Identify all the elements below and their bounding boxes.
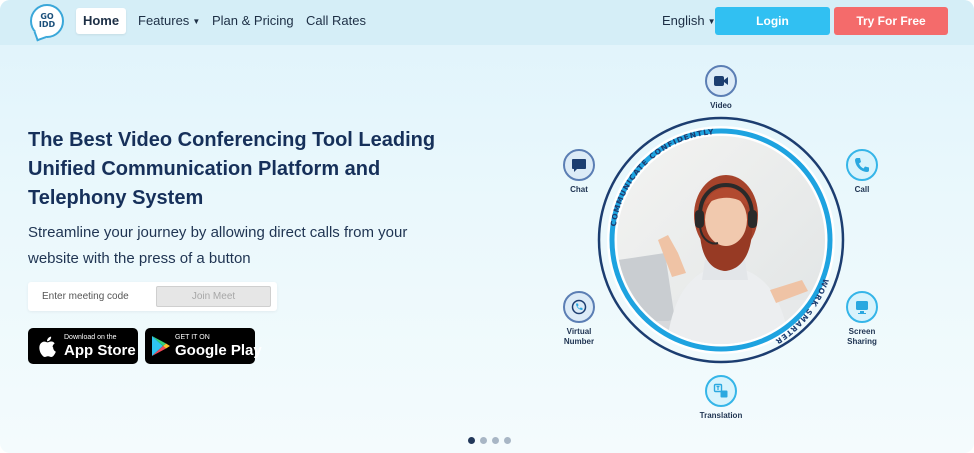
feature-translation: Translation [686,375,756,421]
try-for-free-button[interactable]: Try For Free [834,7,948,35]
translation-icon [705,375,737,407]
feature-ring-graphic: COMMUNICATE CONFIDENTLY WORK SMARTER Vid… [540,55,920,435]
carousel-dots [468,437,511,444]
feature-screen-sharing: Screen Sharing [827,291,897,347]
feature-video-label: Video [710,101,732,110]
feature-virtual-number: Virtual Number [544,291,614,347]
app-store-badge[interactable]: Download on the App Store [28,328,138,364]
nav-plan-pricing-link[interactable]: Plan & Pricing [212,8,294,34]
virtual-number-icon [563,291,595,323]
hero-title: The Best Video Conferencing Tool Leading… [28,129,436,209]
login-button[interactable]: Login [715,7,830,35]
apple-icon [34,336,60,357]
call-icon [846,149,878,181]
feature-call-label: Call [854,185,870,194]
virtual-number-line2: Number [563,337,595,346]
nav-home-link[interactable]: Home [76,8,126,34]
chat-icon [563,149,595,181]
carousel-dot[interactable] [492,437,499,444]
meeting-code-input[interactable] [34,286,154,307]
google-play-icon [151,335,171,357]
app-store-small-text: Download on the [64,333,117,341]
feature-translation-label: Translation [699,411,743,420]
caret-down-icon: ▼ [192,17,201,26]
feature-chat-label: Chat [570,185,588,194]
top-navbar: GO IDD Home Features ▼ Plan & Pricing Cal… [0,0,974,45]
screen-sharing-line2: Sharing [847,337,877,346]
feature-call: Call [827,149,897,195]
language-selector[interactable]: English ▼ [662,8,716,34]
google-play-badge[interactable]: GET IT ON Google Play [145,328,262,364]
feature-chat: Chat [544,149,614,195]
feature-video: Video [686,65,756,111]
nav-call-rates-link[interactable]: Call Rates [306,8,366,34]
nav-features-dropdown[interactable]: Features ▼ [138,8,200,34]
screen-sharing-icon [846,291,878,323]
google-play-big-text: Google Play [175,341,262,359]
goidd-logo[interactable]: GO IDD [30,4,64,38]
join-meet-button[interactable]: Join Meet [156,286,271,307]
google-play-small-text: GET IT ON [175,333,210,341]
logo-text-idd: IDD [38,20,56,29]
carousel-dot[interactable] [468,437,475,444]
video-icon [705,65,737,97]
feature-virtual-number-label: Virtual Number [544,327,614,347]
virtual-number-line1: Virtual [566,327,592,336]
page: GO IDD Home Features ▼ Plan & Pricing Cal… [0,0,974,453]
hero-subtitle: Streamline your journey by allowing dire… [28,224,408,267]
feature-screen-sharing-label: Screen Sharing [827,327,897,347]
carousel-dot[interactable] [504,437,511,444]
language-label: English [662,13,705,28]
screen-sharing-line1: Screen [848,327,876,336]
app-store-big-text: App Store [64,341,136,359]
join-meeting-form: Join Meet [28,282,277,311]
nav-features-label: Features [138,13,190,28]
carousel-dot[interactable] [480,437,487,444]
